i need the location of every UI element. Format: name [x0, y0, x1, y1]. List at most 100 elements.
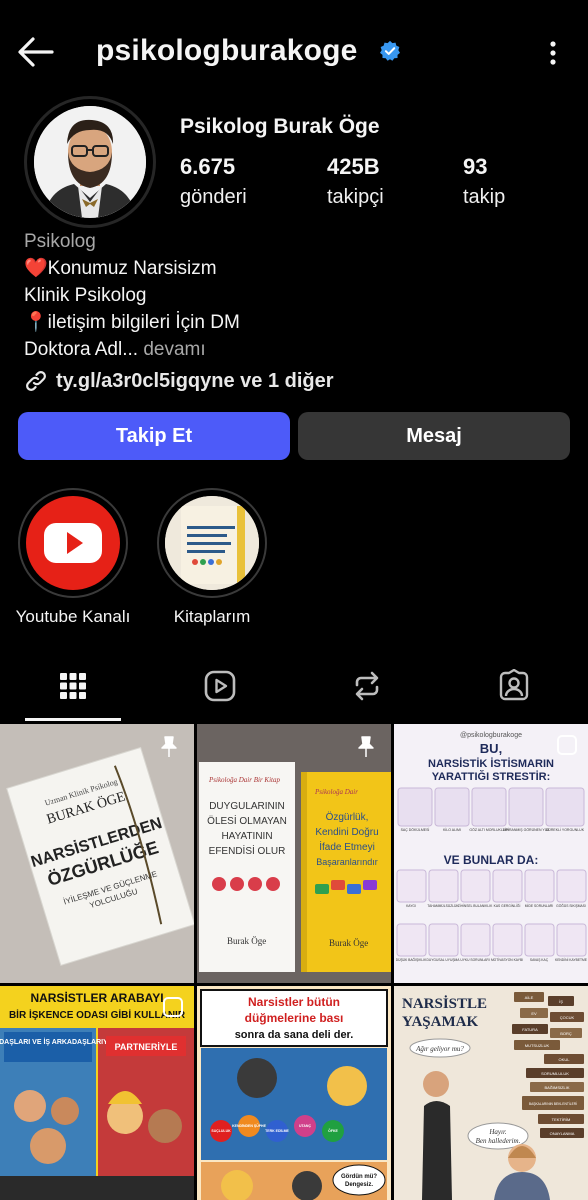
post-text: ONAYLANMA [550, 1131, 575, 1136]
follow-button[interactable]: Takip Et [18, 412, 290, 460]
stat-following[interactable]: 93 takip [463, 154, 505, 209]
tagged-icon [499, 669, 529, 701]
post-text: SUÇLULUK [211, 1129, 231, 1133]
active-tab-indicator [25, 718, 121, 721]
post-tile[interactable]: Psikoloğa Dair Bir Kitap DUYGULARININ ÖL… [197, 724, 391, 983]
post-text: @psikologburakoge [460, 732, 522, 739]
carousel-icon [163, 997, 183, 1017]
post-tile[interactable]: NARSİSTLE YAŞAMAK AİLE İŞ EV ÇOCUK FATUR… [394, 986, 588, 1200]
bio-more-link[interactable]: devamı [143, 339, 205, 360]
highlight-thumbnail [26, 496, 120, 590]
post-text: ÇOCUK [560, 1015, 575, 1020]
post-image: Narsistler bütün düğmelerine bası sonra … [197, 986, 391, 1200]
back-arrow-icon[interactable] [16, 32, 56, 72]
highlight-books[interactable]: Kitaplarım [137, 488, 287, 627]
avatar [34, 106, 146, 218]
post-text: DUYGULARININ [209, 801, 285, 812]
post-text: AİLE [525, 995, 534, 1000]
repost-icon [355, 671, 379, 701]
post-text: BORÇ [560, 1031, 572, 1036]
post-text: KAYGI [406, 904, 416, 908]
post-image: Psikoloğa Dair Bir Kitap DUYGULARININ ÖL… [197, 724, 391, 983]
post-text: GÖĞÜS SIKIŞMASI [556, 903, 586, 908]
bio-line: Doktora Adl... [24, 339, 139, 360]
post-text: TEKTİRİM [552, 1117, 571, 1122]
post-tile[interactable]: @psikologburakoge BU, NARSİSTİK İSTİSMAR… [394, 724, 588, 983]
bio: Psikolog ❤️Konumuz Narsisizm Klinik Psik… [24, 228, 564, 363]
profile-link[interactable]: ty.gl/a3r0cl5igqyne ve 1 diğer [24, 366, 334, 396]
post-text: BİR İŞKENCE ODASI GİBİ KULLANIR [9, 1008, 186, 1021]
post-text: MOTİVASYON KAYBI [491, 957, 523, 962]
post-text: OKUL [559, 1057, 571, 1062]
following-count: 93 [463, 154, 488, 179]
posts-count: 6.675 [180, 154, 236, 179]
post-text: TAHAMMÜLSÜZLÜK [427, 904, 459, 908]
post-text: SÜREKLİ YORGUNLUK [546, 827, 585, 832]
post-text: Ağır geliyor mu? [415, 1045, 464, 1053]
grid-icon [60, 673, 86, 699]
post-text: BAĞIMSIZLIK [544, 1085, 569, 1090]
post-text: Başaranlarındır [316, 857, 378, 867]
post-text: İŞ [559, 999, 563, 1004]
post-text: EFENDİSİ OLUR [209, 844, 286, 857]
tab-reels[interactable] [160, 650, 280, 722]
stat-followers[interactable]: 425B takipçi [327, 154, 384, 209]
post-text: Ben hallederim. [476, 1137, 521, 1145]
posts-grid: Uzman Klinik Psikolog BURAK ÖGE NARSİSTL… [0, 724, 588, 1200]
carousel-icon [557, 735, 577, 755]
tab-tagged[interactable] [454, 650, 574, 722]
post-tile[interactable]: Uzman Klinik Psikolog BURAK ÖGE NARSİSTL… [0, 724, 194, 983]
post-text: YAŞAMAK [402, 1014, 478, 1030]
book-cover-icon [165, 496, 259, 590]
profile-tabs [0, 650, 588, 722]
post-text: KİLO ALIMI [443, 827, 461, 832]
post-text: KENDİNDEN ŞÜPHE [232, 1124, 267, 1128]
post-text: EV [531, 1011, 537, 1016]
following-label: takip [463, 186, 506, 208]
post-text: TERK EDİLME [265, 1129, 289, 1133]
posts-label: gönderi [180, 186, 247, 208]
post-text: UTANÇ [299, 1124, 311, 1128]
post-text: sonra da sana deli der. [235, 1029, 354, 1041]
avatar-illustration [34, 106, 146, 218]
bio-line: ❤️Konumuz Narsisizm [24, 258, 217, 279]
post-text: KENDİNİ KAYBETME [555, 957, 588, 962]
stat-posts: 6.675 gönderi [180, 154, 247, 209]
post-text: Özgürlük, [326, 811, 369, 823]
highlight-thumbnail [165, 496, 259, 590]
post-text: DÜŞÜK BAĞIŞIKLIK [396, 957, 427, 962]
post-text: ARKADAŞLARI VE İŞ ARKADAŞLARIYLA [0, 1038, 117, 1046]
post-text: İfade Etmeyi [319, 840, 375, 853]
followers-count: 425B [327, 154, 380, 179]
highlight-youtube[interactable]: Youtube Kanalı [0, 488, 148, 627]
post-text: HAYATININ [221, 831, 272, 842]
reels-icon [204, 670, 236, 702]
post-text: MİDE SORUNLARI [525, 903, 553, 908]
post-text: Dengesiz. [345, 1182, 373, 1188]
post-text: BAŞKALARININ BEKLENTİLERİ [529, 1101, 577, 1106]
followers-label: takipçi [327, 186, 384, 208]
username: psikologburakoge [96, 34, 358, 67]
post-text: PARTNERİYLE [115, 1042, 178, 1052]
post-text: VE BUNLAR DA: [444, 853, 539, 867]
post-text: KAS GERGİNLİĞİ [494, 903, 521, 908]
bio-category: Psikolog [24, 231, 96, 252]
bio-line: 📍iletişim bilgileri İçin DM [24, 312, 240, 333]
full-name: Psikolog Burak Öge [180, 115, 380, 138]
post-tile[interactable]: Narsistler bütün düğmelerine bası sonra … [197, 986, 391, 1200]
post-image: Uzman Klinik Psikolog BURAK ÖGE NARSİSTL… [0, 724, 194, 983]
tab-reposts[interactable] [307, 650, 427, 722]
profile-avatar-ring[interactable] [24, 96, 156, 228]
post-text: BU, [480, 741, 502, 756]
post-text: UYKU SORUNLARI [460, 958, 489, 962]
highlight-ring [157, 488, 267, 598]
post-text: Burak Öge [329, 938, 368, 948]
post-tile[interactable]: NARSİSTLER ARABAYI BİR İŞKENCE ODASI GİB… [0, 986, 194, 1200]
post-text: MUTSUZLUK [525, 1043, 550, 1048]
post-text: Psikoloğa Dair [314, 788, 358, 796]
more-options-icon[interactable] [538, 38, 568, 68]
message-button[interactable]: Mesaj [298, 412, 570, 460]
verified-badge-icon [380, 40, 400, 61]
tab-grid[interactable] [13, 650, 133, 722]
post-text: Narsistler bütün [248, 995, 340, 1009]
